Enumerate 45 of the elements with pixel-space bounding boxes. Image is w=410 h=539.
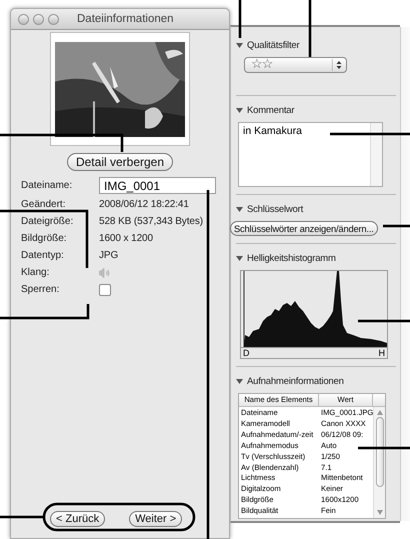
disclosure-triangle-icon[interactable]: [236, 107, 243, 114]
field-label: Klang:: [21, 267, 50, 279]
next-button[interactable]: Weiter >: [129, 511, 182, 527]
field-label: Bildgröße:: [21, 233, 68, 245]
scrollbar[interactable]: [373, 407, 385, 518]
field-label: Geändert:: [21, 199, 66, 211]
field-value: JPG: [99, 250, 118, 262]
quality-filter-select[interactable]: ☆☆: [244, 57, 347, 73]
back-button[interactable]: < Zurück: [50, 511, 106, 527]
section-title: Kommentar: [247, 105, 294, 116]
lock-checkbox[interactable]: [99, 284, 111, 296]
field-label: Datentyp:: [21, 250, 65, 262]
section-title: Schlüsselwort: [247, 204, 304, 215]
zoom-button[interactable]: [48, 14, 59, 24]
leader-line: [308, 0, 312, 57]
hide-details-button[interactable]: Detail verbergen: [66, 153, 174, 171]
leader-line: [238, 0, 242, 38]
keywords-button[interactable]: Schlüsselwörter anzeigen/ändern...: [230, 221, 378, 236]
leader-line: [383, 224, 410, 228]
field-label: Dateigröße:: [21, 216, 74, 228]
scroll-up-icon[interactable]: [376, 410, 382, 415]
leader-line: [358, 320, 410, 322]
section-title: Qualitätsfilter: [247, 40, 300, 51]
scroll-down-icon[interactable]: [376, 510, 382, 515]
field-label: Dateiname:: [21, 180, 74, 192]
field-value: 528 KB (537,343 Bytes): [99, 216, 203, 228]
section-title: Helligkeitshistogramm: [247, 253, 336, 264]
section-title: Aufnahmeinformationen: [247, 376, 344, 387]
minimize-button[interactable]: [33, 14, 44, 24]
leader-line: [0, 516, 44, 518]
disclosure-triangle-icon[interactable]: [236, 378, 243, 385]
comment-field[interactable]: in Kamakura: [238, 122, 383, 187]
disclosure-triangle-icon[interactable]: [236, 42, 243, 49]
disclosure-triangle-icon[interactable]: [236, 255, 243, 262]
select-value: ☆☆: [251, 58, 272, 72]
field-value: 2008/06/12 18:22:41: [99, 199, 189, 211]
field-value: 1600 x 1200: [99, 233, 153, 245]
window-title: Dateiinformationen: [77, 13, 174, 25]
leader-line: [358, 446, 410, 450]
filename-field[interactable]: IMG_0001: [99, 177, 216, 194]
disclosure-triangle-icon[interactable]: [236, 206, 243, 213]
histogram-light-label: H: [378, 348, 385, 358]
field-label: Sperren:: [21, 284, 60, 296]
histogram-dark-label: D: [243, 348, 250, 358]
close-button[interactable]: [18, 14, 29, 24]
